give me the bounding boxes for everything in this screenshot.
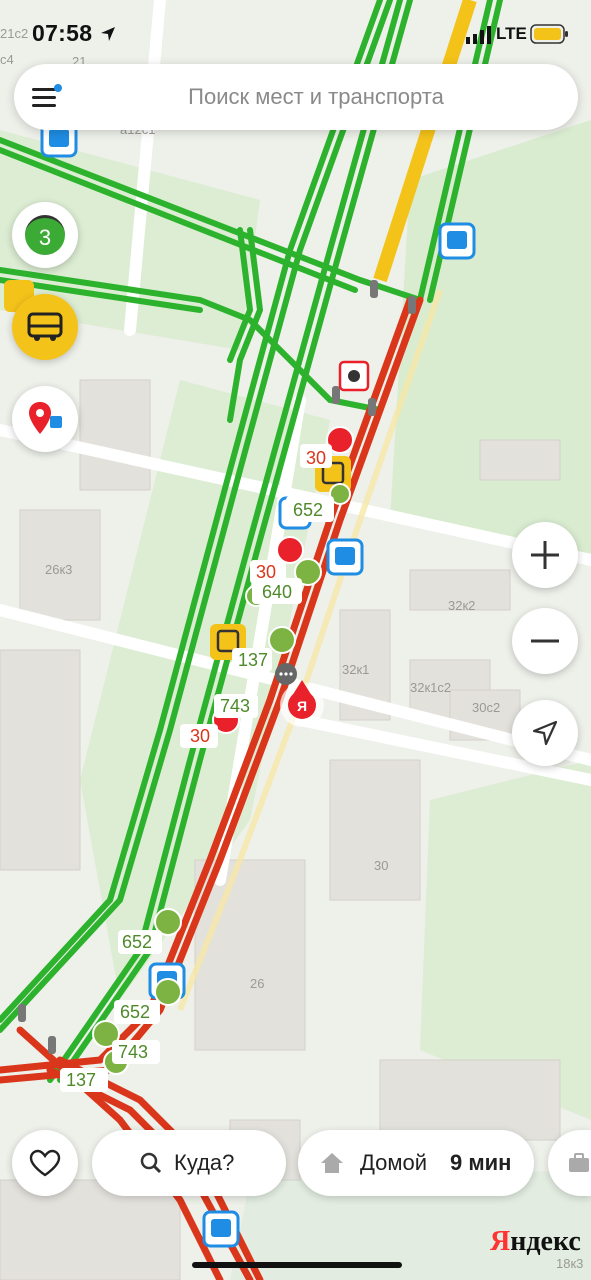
route-label: 137 xyxy=(238,650,268,670)
svg-text:26к3: 26к3 xyxy=(45,562,72,577)
bus-marker[interactable] xyxy=(268,626,296,654)
trolleybus-marker[interactable] xyxy=(276,536,304,564)
route-label: 137 xyxy=(66,1070,96,1090)
zoom-out-button[interactable] xyxy=(512,608,578,674)
svg-text:Я: Я xyxy=(297,698,307,714)
route-label: 743 xyxy=(118,1042,148,1062)
home-route-button[interactable]: Домой 9 мин xyxy=(298,1130,534,1196)
route-label: 652 xyxy=(122,932,152,952)
where-to-label: Куда? xyxy=(174,1150,235,1175)
road-accident-icon[interactable] xyxy=(338,360,370,392)
home-label: Домой xyxy=(360,1150,428,1175)
route-label: 30 xyxy=(306,448,326,468)
svg-text:26: 26 xyxy=(250,976,264,991)
battery-icon xyxy=(530,24,568,44)
navigation-arrow-icon xyxy=(532,720,558,746)
status-bar: 07:58 LTE xyxy=(0,0,591,66)
svg-text:32к2: 32к2 xyxy=(448,598,475,613)
chat-bubble-icon[interactable] xyxy=(275,663,297,685)
briefcase-icon xyxy=(569,1153,589,1172)
route-label: 652 xyxy=(120,1002,150,1022)
home-icon xyxy=(321,1153,343,1173)
svg-text:30с2: 30с2 xyxy=(472,700,500,715)
transit-stops-button[interactable] xyxy=(12,386,78,452)
route-label: 30 xyxy=(256,562,276,582)
route-label: 30 xyxy=(190,726,210,746)
zoom-in-button[interactable] xyxy=(512,522,578,588)
svg-text:32к1: 32к1 xyxy=(342,662,369,677)
bus-icon xyxy=(27,312,63,341)
search-input[interactable]: Поиск мест и транспорта xyxy=(14,84,578,110)
minus-icon xyxy=(531,639,559,643)
status-time: 07:58 xyxy=(32,20,93,46)
svg-text:30: 30 xyxy=(374,858,388,873)
plus-icon xyxy=(531,541,559,569)
home-indicator xyxy=(192,1262,402,1268)
map-canvas[interactable]: 21c2 21 c4 a12c1 26к3 32к2 32к1 32к1с2 3… xyxy=(0,0,591,1280)
home-time: 9 мин xyxy=(450,1150,512,1175)
transport-layer-button[interactable] xyxy=(12,294,78,360)
location-arrow-icon xyxy=(101,27,115,41)
traffic-score-badge: 3 xyxy=(25,215,65,255)
bus-stop-icon[interactable] xyxy=(326,538,364,576)
svg-text:32к1с2: 32к1с2 xyxy=(410,680,451,695)
traffic-layer-button[interactable]: 3 xyxy=(12,202,78,268)
my-location-button[interactable] xyxy=(512,700,578,766)
signal-icon xyxy=(466,26,491,44)
svg-text:18к3: 18к3 xyxy=(556,1256,583,1271)
route-label: 652 xyxy=(293,500,323,520)
network-type: LTE xyxy=(496,24,527,43)
route-label: 640 xyxy=(262,582,292,602)
search-icon xyxy=(140,1152,162,1174)
bus-marker[interactable] xyxy=(154,978,182,1006)
map-pin-icon xyxy=(29,402,62,434)
search-bar[interactable]: Поиск мест и транспорта xyxy=(14,64,578,130)
yandex-logo: Яндекс xyxy=(490,1226,581,1257)
heart-icon xyxy=(29,1149,61,1177)
bus-stop-icon[interactable] xyxy=(438,222,476,260)
bus-stop-icon[interactable] xyxy=(202,1210,240,1248)
route-label: 743 xyxy=(220,696,250,716)
where-to-button[interactable]: Куда? xyxy=(92,1130,286,1196)
favorites-button[interactable] xyxy=(12,1130,78,1196)
